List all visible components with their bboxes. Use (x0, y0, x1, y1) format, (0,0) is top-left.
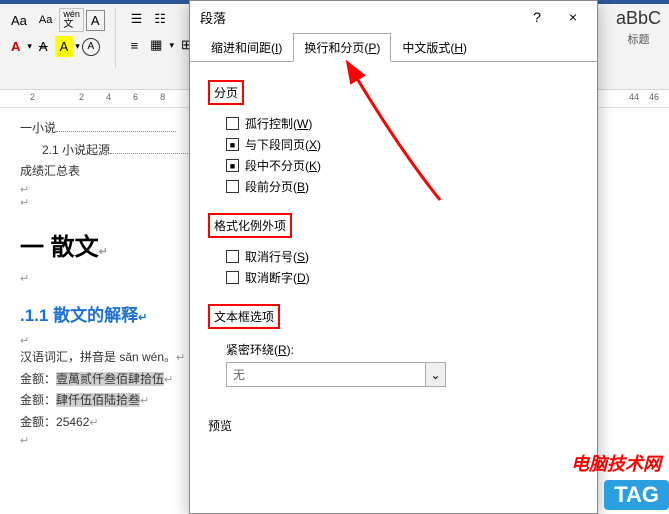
close-button[interactable]: × (559, 7, 587, 27)
chevron-down-icon[interactable]: ⌄ (426, 362, 446, 387)
watermark-tag: TAG (604, 480, 669, 510)
tab-chinese[interactable]: 中文版式(H) (391, 33, 478, 62)
checkbox-widow-control[interactable]: 孤行控制(W) (226, 115, 579, 132)
highlight-button[interactable]: A (55, 36, 74, 57)
strikethrough-button[interactable]: A (34, 36, 53, 57)
checkbox-keep-with-next[interactable]: 与下段同页(X) (226, 136, 579, 153)
grow-font-button[interactable]: Aa (6, 10, 32, 31)
styles-gallery[interactable]: aBbC 标题 (616, 8, 661, 47)
tight-wrap-label: 紧密环绕(R): (226, 341, 579, 358)
paragraph-dialog: 段落 ? × 缩进和间距(I) 换行和分页(P) 中文版式(H) 分页 孤行控制… (189, 0, 598, 514)
help-button[interactable]: ? (523, 7, 551, 27)
dropdown-icon[interactable]: ▾ (27, 41, 32, 52)
checkbox-suppress-hyphenation[interactable]: 取消断字(D) (226, 269, 579, 286)
tight-wrap-select[interactable]: 无 ⌄ (226, 362, 579, 387)
checkbox-page-break-before[interactable]: 段前分页(B) (226, 178, 579, 195)
char-border-button[interactable]: A (86, 10, 105, 31)
checkbox-keep-together[interactable]: 段中不分页(K) (226, 157, 579, 174)
section-formatting-exceptions: 格式化例外项 (208, 213, 292, 238)
tab-breaks[interactable]: 换行和分页(P) (293, 33, 391, 62)
checkbox-suppress-line-numbers[interactable]: 取消行号(S) (226, 248, 579, 265)
select-value: 无 (226, 362, 426, 387)
numbering-button[interactable]: ☷ (149, 8, 171, 30)
enclose-char-button[interactable]: A (82, 38, 100, 56)
shading-button[interactable]: ▦ (145, 34, 167, 56)
style-preview: aBbC (616, 8, 661, 29)
watermark-text: 电脑技术网 (571, 450, 661, 476)
preview-label: 预览 (208, 417, 579, 434)
dropdown-icon[interactable]: ▾ (169, 40, 174, 51)
dropdown-icon[interactable]: ▾ (75, 41, 80, 52)
shrink-font-button[interactable]: Aa (34, 11, 57, 29)
section-textbox-options: 文本框选项 (208, 304, 280, 329)
section-pagination: 分页 (208, 80, 244, 105)
pinyin-guide-button[interactable]: wén文 (59, 8, 84, 32)
style-label: 标题 (616, 31, 661, 47)
tab-indent[interactable]: 缩进和间距(I) (200, 33, 293, 62)
bullets-button[interactable]: ☰ (126, 8, 148, 30)
align-button[interactable]: ≡ (126, 35, 144, 56)
dialog-tabs: 缩进和间距(I) 换行和分页(P) 中文版式(H) (190, 33, 597, 62)
font-color-button[interactable]: A (6, 36, 25, 57)
dialog-title: 段落 (200, 8, 226, 27)
